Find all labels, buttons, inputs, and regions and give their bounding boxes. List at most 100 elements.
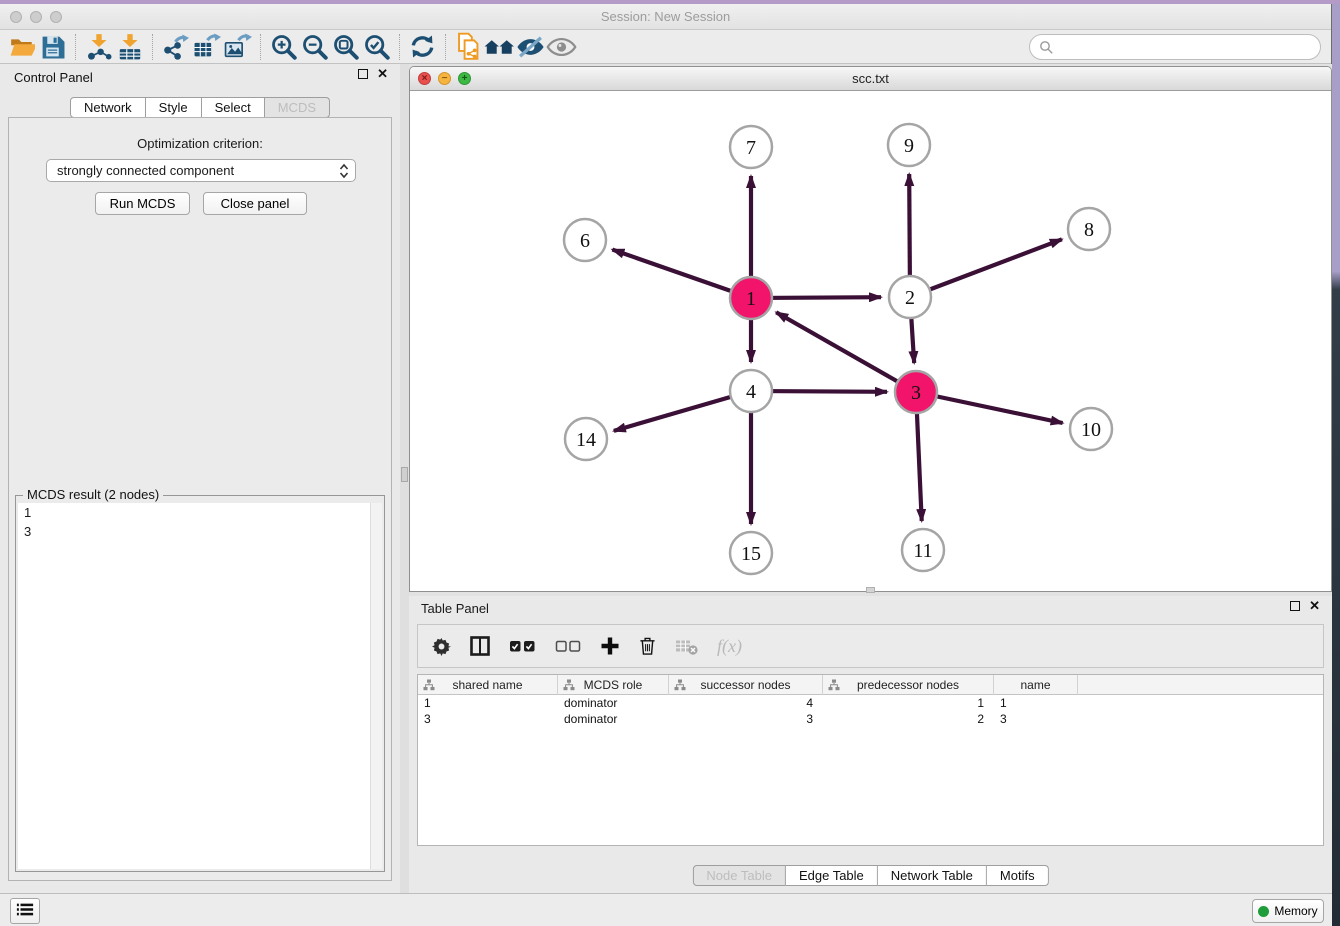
- search-box[interactable]: [1029, 34, 1321, 60]
- graph-edge-2-8[interactable]: [910, 239, 1062, 297]
- tab-mcds[interactable]: MCDS: [265, 97, 330, 118]
- close-window-button[interactable]: [10, 11, 22, 23]
- zoom-out-icon[interactable]: [299, 32, 330, 62]
- graph-node-14[interactable]: 14: [565, 418, 607, 460]
- delete-row-icon[interactable]: [639, 636, 656, 656]
- cell-successor-nodes[interactable]: 3: [669, 711, 823, 727]
- export-network-icon[interactable]: [160, 32, 191, 62]
- cell-predecessor-nodes[interactable]: 1: [823, 695, 994, 711]
- tab-edge-table[interactable]: Edge Table: [786, 865, 878, 886]
- tab-select[interactable]: Select: [202, 97, 265, 118]
- graph-node-label: 15: [741, 543, 761, 565]
- network-resize-handle[interactable]: [866, 587, 875, 593]
- graph-node-label: 1: [746, 288, 756, 310]
- show-panels-button[interactable]: [10, 898, 40, 924]
- search-input[interactable]: [1054, 37, 1320, 57]
- criterion-select[interactable]: strongly connected component: [46, 159, 356, 182]
- close-table-panel-icon[interactable]: ✕: [1309, 601, 1320, 611]
- tab-node-table[interactable]: Node Table: [692, 865, 786, 886]
- export-image-icon[interactable]: [222, 32, 253, 62]
- graph-node-2[interactable]: 2: [889, 276, 931, 318]
- splitter-handle-icon[interactable]: [401, 467, 408, 482]
- graph-node-label: 3: [911, 382, 921, 404]
- minimize-window-button[interactable]: [30, 11, 42, 23]
- cell-predecessor-nodes[interactable]: 2: [823, 711, 994, 727]
- float-panel-icon[interactable]: [358, 69, 368, 79]
- table-panel: Table Panel ✕ f(x) shared nameMCDS roles…: [409, 596, 1332, 893]
- cell-shared-name[interactable]: 3: [418, 711, 558, 727]
- graph-node-label: 8: [1084, 219, 1094, 241]
- import-network-icon[interactable]: [83, 32, 114, 62]
- graph-node-8[interactable]: 8: [1068, 208, 1110, 250]
- graph-node-9[interactable]: 9: [888, 124, 930, 166]
- window-title: Session: New Session: [0, 4, 1331, 30]
- network-close-button[interactable]: ×: [418, 72, 431, 85]
- column-header-mcds-role[interactable]: MCDS role: [558, 675, 669, 695]
- graph-node-7[interactable]: 7: [730, 126, 772, 168]
- mcds-result-list[interactable]: 13: [18, 503, 382, 869]
- memory-status-icon: [1258, 906, 1269, 917]
- cell-name[interactable]: 1: [994, 695, 1078, 711]
- column-header-successor-nodes[interactable]: successor nodes: [669, 675, 823, 695]
- columns-icon[interactable]: [470, 636, 490, 656]
- memory-button[interactable]: Memory: [1252, 899, 1324, 923]
- network-canvas-svg[interactable]: 7 9 6 8 1 2 4 3 14 10 15 11: [410, 91, 1331, 591]
- run-mcds-button[interactable]: Run MCDS: [95, 192, 190, 215]
- export-table-icon[interactable]: [191, 32, 222, 62]
- tab-network[interactable]: Network: [70, 97, 146, 118]
- add-row-icon[interactable]: [600, 636, 620, 656]
- cell-shared-name[interactable]: 1: [418, 695, 558, 711]
- zoom-window-button[interactable]: [50, 11, 62, 23]
- cell-successor-nodes[interactable]: 4: [669, 695, 823, 711]
- show-all-icon[interactable]: [546, 32, 577, 62]
- cell-mcds-role[interactable]: dominator: [558, 711, 669, 727]
- deselect-all-icon[interactable]: [555, 639, 581, 654]
- graph-node-15[interactable]: 15: [730, 532, 772, 574]
- table-row[interactable]: 1dominator411: [418, 695, 1323, 711]
- hide-selection-icon[interactable]: [515, 32, 546, 62]
- import-table-icon[interactable]: [114, 32, 145, 62]
- table-panel-header: Table Panel ✕: [409, 596, 1332, 620]
- graph-edge-3-10[interactable]: [916, 392, 1063, 423]
- graph-node-3[interactable]: 3: [895, 371, 937, 413]
- select-all-icon[interactable]: [509, 639, 536, 654]
- cell-name[interactable]: 3: [994, 711, 1078, 727]
- network-canvas[interactable]: 7 9 6 8 1 2 4 3 14 10 15 11: [410, 91, 1331, 591]
- network-minimize-button[interactable]: −: [438, 72, 451, 85]
- duplicate-network-icon[interactable]: [453, 32, 484, 62]
- cell-mcds-role[interactable]: dominator: [558, 695, 669, 711]
- float-table-panel-icon[interactable]: [1290, 601, 1300, 611]
- column-header-name[interactable]: name: [994, 675, 1078, 695]
- zoom-selected-icon[interactable]: [361, 32, 392, 62]
- first-neighbors-icon[interactable]: [484, 32, 515, 62]
- zoom-in-icon[interactable]: [268, 32, 299, 62]
- refresh-icon[interactable]: [407, 32, 438, 62]
- graph-node-10[interactable]: 10: [1070, 408, 1112, 450]
- panel-splitter[interactable]: [400, 64, 409, 893]
- close-panel-icon[interactable]: ✕: [377, 69, 388, 79]
- control-panel: Control Panel ✕ NetworkStyleSelectMCDS O…: [0, 64, 400, 893]
- toolbar-separator: [260, 34, 261, 60]
- control-panel-tabs: NetworkStyleSelectMCDS: [70, 97, 330, 118]
- main-toolbar: [0, 30, 1331, 64]
- save-session-icon[interactable]: [37, 32, 68, 62]
- close-mcds-panel-button[interactable]: Close panel: [203, 192, 307, 215]
- network-maximize-button[interactable]: +: [458, 72, 471, 85]
- zoom-fit-icon[interactable]: [330, 32, 361, 62]
- graph-node-1[interactable]: 1: [730, 277, 772, 319]
- tab-network-table[interactable]: Network Table: [878, 865, 987, 886]
- graph-node-11[interactable]: 11: [902, 529, 944, 571]
- gear-icon[interactable]: [432, 637, 451, 656]
- open-session-icon[interactable]: [6, 32, 37, 62]
- tab-motifs[interactable]: Motifs: [987, 865, 1049, 886]
- table-row[interactable]: 3dominator323: [418, 711, 1323, 727]
- graph-edge-3-1[interactable]: [776, 312, 916, 392]
- column-header-predecessor-nodes[interactable]: predecessor nodes: [823, 675, 994, 695]
- tab-style[interactable]: Style: [146, 97, 202, 118]
- result-scrollbar[interactable]: [370, 503, 382, 869]
- column-header-shared-name[interactable]: shared name: [418, 675, 558, 695]
- mcds-result-value: 3: [18, 522, 382, 541]
- graph-node-6[interactable]: 6: [564, 219, 606, 261]
- mcds-result-title: MCDS result (2 nodes): [23, 487, 163, 502]
- graph-node-4[interactable]: 4: [730, 370, 772, 412]
